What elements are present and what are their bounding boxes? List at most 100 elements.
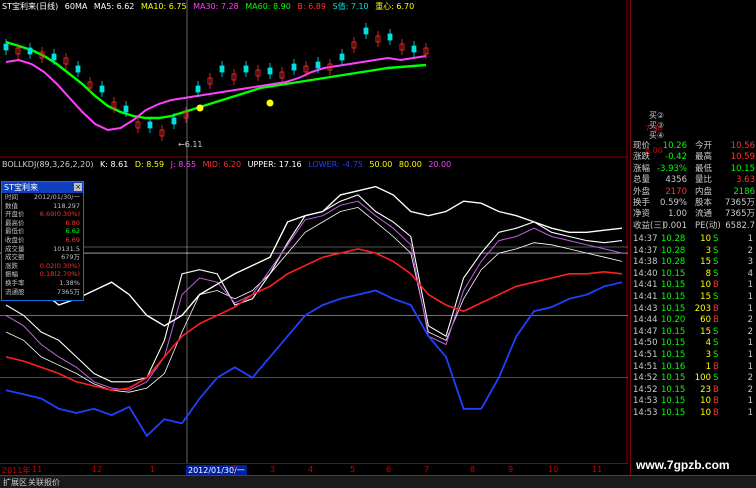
- tick-row[interactable]: 14:51 10.16 1 B 1: [631, 362, 756, 374]
- chart-area[interactable]: ←6.11 ST宝利来(日线) 60MA MA5: 6.62 MA10: 6.7…: [0, 0, 628, 463]
- tick-row[interactable]: 14:43 10.15 203 B 1: [631, 304, 756, 316]
- tick-n: 1: [747, 303, 753, 314]
- quote-row: 总量 4356 量比 3.63: [631, 175, 756, 186]
- quote-l1: 换手: [633, 197, 651, 208]
- info-row-value: 118.297: [53, 201, 80, 210]
- price-axis: 买② 买③ 买④ 买⑤ 7.006.00: [631, 0, 756, 155]
- tick-row[interactable]: 14:47 10.15 15 S 2: [631, 327, 756, 339]
- tick-p: 10.15: [661, 303, 686, 314]
- tick-row[interactable]: 14:41 10.15 10 B 1: [631, 280, 756, 292]
- x-axis-label: 11: [32, 465, 43, 474]
- info-row: 流通股 7365万: [2, 288, 83, 297]
- candle-body: [387, 33, 393, 41]
- tick-list[interactable]: 14:37 10.28 10 S 1 14:37 10.28 3 S 2 14:38 10.28 15 S…: [631, 234, 756, 420]
- tick-row[interactable]: 14:50 10.15 4 S 1: [631, 338, 756, 350]
- tick-n: 1: [747, 349, 753, 360]
- tick-row[interactable]: 14:40 10.15 8 S 4: [631, 269, 756, 281]
- quote-l1: 涨跌: [633, 152, 651, 163]
- tick-s: B: [713, 315, 719, 326]
- tick-v: 100: [694, 373, 711, 384]
- info-row-label: 成交额: [5, 253, 25, 262]
- tick-t: 14:38: [633, 257, 658, 268]
- chart-canvas[interactable]: ←6.11: [0, 0, 628, 463]
- tick-s: S: [713, 257, 719, 268]
- tick-t: 14:51: [633, 361, 658, 372]
- info-box[interactable]: ST宝利来 × 时间 2012/01/30/一 数值 118.297 开盘价 6.69(0…: [1, 181, 84, 301]
- tick-s: S: [713, 326, 719, 337]
- info-row-value: 6.69: [65, 235, 80, 244]
- tick-v: 23: [700, 384, 711, 395]
- indicator-axis-label: -10.00: [639, 443, 665, 453]
- tick-v: 3: [705, 245, 711, 256]
- price-axis-label: 7.00: [645, 124, 663, 133]
- tick-row[interactable]: 14:52 10.15 100 S 2: [631, 373, 756, 385]
- tick-s: B: [713, 384, 719, 395]
- quote-row: 净资 1.00 流通 7365万: [631, 209, 756, 220]
- tick-v: 10: [700, 396, 711, 407]
- tick-s: B: [713, 303, 719, 314]
- tick-n: 2: [747, 315, 753, 326]
- tick-n: 1: [747, 234, 753, 244]
- tick-t: 14:40: [633, 268, 658, 279]
- ma10-value: MA10: 6.75: [140, 2, 187, 11]
- tick-t: 14:41: [633, 280, 658, 291]
- quote-l2: 流通: [695, 209, 713, 220]
- tick-n: 2: [747, 373, 753, 384]
- candle-body: [315, 61, 321, 69]
- series-line-lower: [5, 281, 623, 438]
- tick-row[interactable]: 14:51 10.15 3 S 1: [631, 350, 756, 362]
- tick-row[interactable]: 14:53 10.15 10 B 1: [631, 396, 756, 408]
- info-title-text: ST宝利来: [4, 183, 38, 192]
- quote-v2: 7365万: [724, 197, 755, 208]
- info-row: 成交量 10131.5: [2, 245, 83, 254]
- tick-row[interactable]: 14:44 10.20 60 B 2: [631, 315, 756, 327]
- tick-row[interactable]: 14:37 10.28 10 S 1: [631, 234, 756, 246]
- x-axis-label: 5: [350, 465, 356, 474]
- d-value: D: 8.59: [134, 160, 165, 169]
- quote-row: 收益(三) 0.001 PE(动) 6582.7: [631, 221, 756, 232]
- tick-s: S: [713, 291, 719, 302]
- candle-body: [75, 65, 81, 73]
- quote-panel: 现价 10.26 今开 10.56 涨跌 -0.42 最高 10.59 涨幅 -3.93% 最低 10…: [631, 141, 756, 232]
- info-row-value: 6.62: [65, 227, 80, 236]
- tick-s: S: [713, 268, 719, 279]
- upper-value: UPPER: 17.16: [247, 160, 302, 169]
- tick-p: 10.15: [661, 268, 686, 279]
- tick-v: 10: [700, 407, 711, 418]
- quote-v1: 0.001: [662, 220, 687, 231]
- quote-row: 涨幅 -3.93% 最低 10.15: [631, 164, 756, 175]
- tick-row[interactable]: 14:38 10.28 15 S 3: [631, 257, 756, 269]
- quote-l1: 现价: [633, 141, 651, 151]
- tick-t: 14:51: [633, 349, 658, 360]
- tick-row[interactable]: 14:52 10.15 23 B 2: [631, 385, 756, 397]
- info-row-value: 6.69(0.30%): [39, 210, 80, 219]
- info-row: 开盘价 6.69(0.30%): [2, 210, 83, 219]
- tick-t: 14:37: [633, 245, 658, 256]
- quote-l2: 股本: [695, 197, 713, 208]
- quote-row: 外盘 2170 内盘 2186: [631, 187, 756, 198]
- x-axis-label: 2: [232, 465, 238, 474]
- tick-t: 14:43: [633, 303, 658, 314]
- bottom-tabs: 扩展区 关联报价: [0, 475, 756, 488]
- ref-line-50: 50.00: [369, 160, 393, 169]
- info-box-title[interactable]: ST宝利来 ×: [2, 182, 83, 193]
- quote-row: 现价 10.26 今开 10.56: [631, 141, 756, 152]
- ref-line-80: 80.00: [398, 160, 422, 169]
- tick-p: 10.20: [661, 315, 686, 326]
- tick-t: 14:47: [633, 326, 658, 337]
- tab-extend[interactable]: 扩展区: [3, 477, 27, 488]
- tab-related-quote[interactable]: 关联报价: [28, 477, 60, 488]
- tick-row[interactable]: 14:37 10.28 3 S 2: [631, 246, 756, 258]
- x-axis-label: 3: [270, 465, 276, 474]
- info-row-label: 时间: [5, 193, 18, 201]
- tick-p: 10.15: [661, 407, 686, 418]
- tick-row[interactable]: 14:53 10.15 10 B 1: [631, 408, 756, 420]
- info-row-value: 1.38%: [59, 278, 80, 287]
- tick-row[interactable]: 14:41 10.15 15 S 1: [631, 292, 756, 304]
- quote-l2: 最低: [695, 163, 713, 174]
- info-row-value: 7365万: [56, 287, 80, 296]
- candle-body: [3, 43, 9, 51]
- info-rows: 时间 2012/01/30/一 数值 118.297 开盘价 6.69(0.30%) 最高价…: [2, 193, 83, 296]
- x-axis-label: 8: [470, 465, 476, 474]
- close-icon[interactable]: ×: [74, 183, 82, 191]
